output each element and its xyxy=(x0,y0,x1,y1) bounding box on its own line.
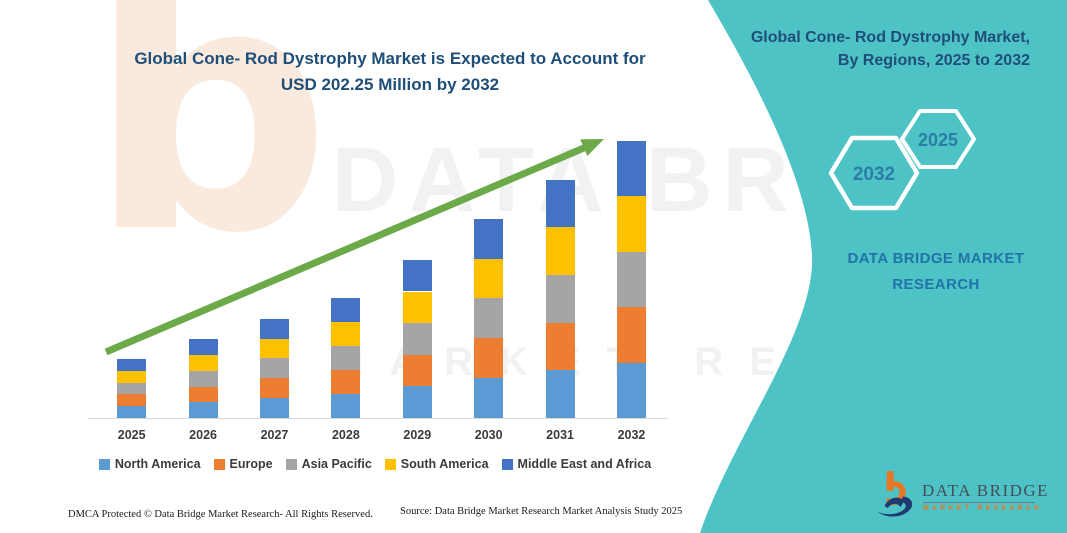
hexagon-2032-label: 2032 xyxy=(853,164,895,185)
legend-item-asia-pacific: Asia Pacific xyxy=(285,457,372,471)
x-axis-label-2030: 2030 xyxy=(474,428,503,442)
x-axis-label-2028: 2028 xyxy=(331,428,360,442)
bar-segment-south-america-2028 xyxy=(331,322,361,347)
bar-segment-north-america-2027 xyxy=(260,398,289,418)
legend-swatch xyxy=(98,458,110,470)
bar-segment-asia-pacific-2029 xyxy=(402,323,432,355)
x-axis-line xyxy=(88,418,668,419)
panel-heading: Global Cone- Rod Dystrophy Market, By Re… xyxy=(690,26,1030,72)
legend-label: South America xyxy=(400,457,489,471)
bar-segment-middle-east-and-africa-2028 xyxy=(331,298,361,323)
bar-segment-asia-pacific-2030 xyxy=(474,298,504,339)
bar-segment-north-america-2031 xyxy=(545,370,575,418)
logo-divider xyxy=(923,502,1035,503)
bar-segment-south-america-2029 xyxy=(402,291,432,324)
legend-item-north-america: North America xyxy=(98,457,201,471)
bar-segment-asia-pacific-2026 xyxy=(188,370,218,387)
x-axis-label-2032: 2032 xyxy=(617,428,646,442)
bar-segment-middle-east-and-africa-2026 xyxy=(188,339,218,355)
bar-segment-asia-pacific-2031 xyxy=(545,275,575,323)
x-axis-label-2029: 2029 xyxy=(403,428,432,442)
bar-segment-south-america-2026 xyxy=(188,354,218,371)
bar-segment-asia-pacific-2027 xyxy=(260,358,289,379)
legend-item-south-america: South America xyxy=(384,457,489,471)
bar-segment-south-america-2027 xyxy=(260,338,289,359)
infographic-canvas: b DATA BRIDGE MARKET RESEARCH 2025 2032 … xyxy=(0,0,1067,533)
bar-segment-middle-east-and-africa-2030 xyxy=(474,218,504,259)
bar-segment-europe-2025 xyxy=(117,394,147,407)
panel-brand-line1: DATA BRIDGE MARKET xyxy=(847,250,1025,267)
chart-title: Global Cone- Rod Dystrophy Market is Exp… xyxy=(85,46,695,98)
bar-segment-north-america-2025 xyxy=(117,406,147,418)
legend-label: Middle East and Africa xyxy=(517,457,652,471)
panel-heading-line1: Global Cone- Rod Dystrophy Market, xyxy=(750,29,1030,46)
bar-segment-middle-east-and-africa-2029 xyxy=(402,259,432,292)
x-axis-label-2026: 2026 xyxy=(189,428,217,442)
x-axis-label-2027: 2027 xyxy=(260,428,289,442)
bar-segment-south-america-2032 xyxy=(617,196,646,252)
bar-segment-north-america-2029 xyxy=(402,386,432,418)
bar-segment-europe-2028 xyxy=(331,370,361,394)
legend-swatch xyxy=(501,458,513,470)
bar-segment-europe-2030 xyxy=(474,338,504,379)
bar-segment-north-america-2028 xyxy=(331,394,361,418)
bar-segment-europe-2027 xyxy=(260,378,289,399)
bar-segment-south-america-2025 xyxy=(117,370,147,383)
bar-segment-asia-pacific-2028 xyxy=(331,346,361,371)
bar-segment-north-america-2030 xyxy=(474,378,504,418)
data-bridge-logo: DATA BRIDGE MARKET RESEARCH xyxy=(874,468,1054,524)
bar-segment-asia-pacific-2032 xyxy=(617,251,646,308)
legend-swatch xyxy=(384,458,396,470)
panel-brand-text: DATA BRIDGE MARKET RESEARCH xyxy=(812,246,1060,298)
legend-label: Asia Pacific xyxy=(301,457,372,471)
x-axis-label-2025: 2025 xyxy=(117,428,146,442)
bar-segment-north-america-2032 xyxy=(617,362,646,418)
legend-item-middle-east-and-africa: Middle East and Africa xyxy=(501,457,652,471)
bar-segment-north-america-2026 xyxy=(188,402,218,418)
bar-segment-middle-east-and-africa-2027 xyxy=(260,318,289,339)
legend-item-europe: Europe xyxy=(213,457,273,471)
bar-segment-asia-pacific-2025 xyxy=(117,382,147,395)
legend-swatch xyxy=(213,458,225,470)
data-bridge-logo-icon xyxy=(877,471,913,517)
legend-label: North America xyxy=(114,457,201,471)
chart-title-line2: USD 202.25 Million by 2032 xyxy=(280,75,500,94)
bar-segment-south-america-2031 xyxy=(545,227,575,275)
panel-brand-line2: RESEARCH xyxy=(892,276,980,293)
bar-segment-middle-east-and-africa-2031 xyxy=(545,179,575,228)
bar-segment-south-america-2030 xyxy=(474,258,504,299)
chart-legend: North America Europe Asia Pacific South Ame… xyxy=(72,457,678,471)
bar-segment-europe-2031 xyxy=(545,322,575,371)
plot-area xyxy=(96,130,668,418)
bar-segment-middle-east-and-africa-2025 xyxy=(117,359,147,371)
legend-label: Europe xyxy=(229,457,273,471)
logo-title: DATA BRIDGE xyxy=(922,481,1050,500)
x-axis-labels: 2025 2026 2027 2028 2029 2030 2031 2032 xyxy=(96,428,668,446)
x-axis-label-2031: 2031 xyxy=(546,428,574,442)
panel-heading-line2: By Regions, 2025 to 2032 xyxy=(837,52,1030,69)
bar-segment-europe-2032 xyxy=(617,307,646,363)
chart-title-line1: Global Cone- Rod Dystrophy Market is Exp… xyxy=(134,49,646,68)
footer-dmca-text: DMCA Protected © Data Bridge Market Rese… xyxy=(68,509,373,520)
footer-source-text: Source: Data Bridge Market Research Mark… xyxy=(400,506,683,517)
hexagon-2025-label: 2025 xyxy=(918,130,958,150)
bar-segment-europe-2029 xyxy=(402,354,432,387)
bar-segment-middle-east-and-africa-2032 xyxy=(617,141,646,197)
legend-swatch xyxy=(285,458,297,470)
logo-subtitle: MARKET RESEARCH xyxy=(923,505,1043,512)
bar-segment-europe-2026 xyxy=(188,386,218,403)
